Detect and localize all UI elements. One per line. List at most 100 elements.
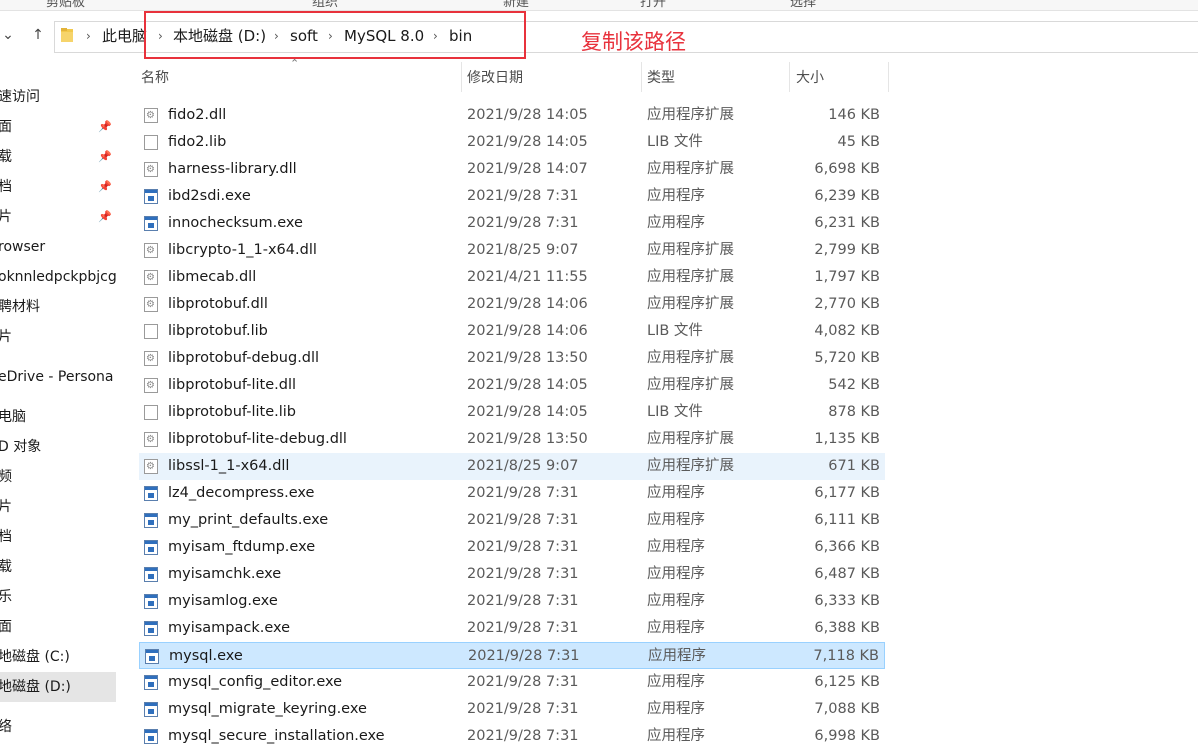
breadcrumb-this-pc[interactable]: 此电脑 — [102, 25, 147, 47]
sidebar-item-label: 片 — [0, 329, 12, 345]
sidebar-item-label: 络 — [0, 719, 12, 735]
file-type: 应用程序 — [647, 539, 705, 555]
sidebar-item-desktop[interactable]: 面 📌 — [0, 112, 116, 142]
file-size: 1,135 KB — [814, 431, 880, 447]
sidebar-item-pictures-3[interactable]: 片 — [0, 492, 116, 522]
sidebar-item-onedrive[interactable]: eDrive - Persona — [0, 362, 116, 392]
column-header-name[interactable]: 名称 — [141, 66, 169, 90]
sidebar-item-network[interactable]: 络 — [0, 712, 116, 742]
file-row[interactable]: libprotobuf.dll 2021/9/28 14:06 应用程序扩展 2,77… — [139, 291, 885, 318]
file-size: 6,177 KB — [814, 485, 880, 501]
file-row[interactable]: libprotobuf-lite-debug.dll 2021/9/28 13:5… — [139, 426, 885, 453]
file-row[interactable]: ibd2sdi.exe 2021/9/28 7:31 应用程序 6,239 KB — [139, 183, 885, 210]
column-divider[interactable] — [641, 62, 642, 92]
column-header-size[interactable]: 大小 — [796, 66, 824, 90]
sidebar-item-browser[interactable]: rowser — [0, 232, 116, 262]
file-size: 878 KB — [828, 404, 880, 420]
file-date: 2021/9/28 7:31 — [467, 215, 579, 231]
ribbon-group-captions: 剪贴板 组织 新建 打开 选择 — [0, 0, 1198, 11]
file-size: 6,333 KB — [814, 593, 880, 609]
sidebar-item-label: 档 — [0, 179, 12, 195]
file-row[interactable]: myisam_ftdump.exe 2021/9/28 7:31 应用程序 6,366… — [139, 534, 885, 561]
application-icon — [144, 729, 158, 744]
breadcrumb-separator-icon: › — [86, 29, 91, 43]
file-row[interactable]: myisampack.exe 2021/9/28 7:31 应用程序 6,388 KB — [139, 615, 885, 642]
sidebar-item-pictures[interactable]: 片 📌 — [0, 202, 116, 232]
file-row[interactable]: libcrypto-1_1-x64.dll 2021/8/25 9:07 应用程序扩… — [139, 237, 885, 264]
file-row[interactable]: lz4_decompress.exe 2021/9/28 7:31 应用程序 6,17… — [139, 480, 885, 507]
application-icon — [144, 675, 158, 690]
column-divider[interactable] — [789, 62, 790, 92]
file-row[interactable]: libmecab.dll 2021/4/21 11:55 应用程序扩展 1,797 K… — [139, 264, 885, 291]
dll-file-icon — [144, 372, 158, 399]
file-row[interactable]: libprotobuf-lite.lib 2021/9/28 14:05 LIB 文… — [139, 399, 885, 426]
sidebar-item-label: 电脑 — [0, 409, 26, 425]
sidebar-item-downloads-2[interactable]: 载 — [0, 552, 116, 582]
generic-file-icon — [144, 405, 158, 420]
sidebar-item-downloads[interactable]: 载 📌 — [0, 142, 116, 172]
file-type: 应用程序 — [647, 728, 705, 744]
sidebar-item-drive-d[interactable]: 地磁盘 (D:) — [0, 672, 116, 702]
arrow-up-icon: ↑ — [32, 27, 44, 43]
file-name: mysql_config_editor.exe — [168, 674, 343, 690]
file-size: 7,088 KB — [814, 701, 880, 717]
file-date: 2021/9/28 7:31 — [467, 485, 579, 501]
file-row[interactable]: myisamchk.exe 2021/9/28 7:31 应用程序 6,487 KB — [139, 561, 885, 588]
file-name: libmecab.dll — [168, 269, 257, 285]
column-header-date[interactable]: 修改日期 — [467, 66, 523, 90]
file-row[interactable]: libssl-1_1-x64.dll 2021/8/25 9:07 应用程序扩展 67… — [139, 453, 885, 480]
file-row[interactable]: fido2.dll 2021/9/28 14:05 应用程序扩展 146 KB — [139, 102, 885, 129]
file-size: 1,797 KB — [814, 269, 880, 285]
file-row[interactable]: libprotobuf-debug.dll 2021/9/28 13:50 应用程序… — [139, 345, 885, 372]
column-divider[interactable] — [888, 62, 889, 92]
file-date: 2021/9/28 7:31 — [467, 539, 579, 555]
sidebar-item-desktop-2[interactable]: 面 — [0, 612, 116, 642]
file-type: 应用程序 — [648, 648, 706, 664]
file-row[interactable]: fido2.lib 2021/9/28 14:05 LIB 文件 45 KB — [139, 129, 885, 156]
recent-locations-button[interactable]: ⌄ — [0, 22, 16, 48]
sidebar-item-label: 面 — [0, 619, 12, 635]
sidebar-item-drive-c[interactable]: 地磁盘 (C:) — [0, 642, 116, 672]
up-button[interactable]: ↑ — [26, 22, 50, 48]
ribbon-caption-organize: 组织 — [312, 0, 339, 10]
file-size: 4,082 KB — [814, 323, 880, 339]
file-name: libprotobuf.lib — [168, 323, 268, 339]
sidebar-item-quick-access[interactable]: 速访问 — [0, 82, 116, 112]
sidebar-item-pictures-2[interactable]: 片 — [0, 322, 116, 352]
sidebar-item-this-pc[interactable]: 电脑 — [0, 402, 116, 432]
sidebar-item-3d-objects[interactable]: D 对象 — [0, 432, 116, 462]
file-row[interactable]: myisamlog.exe 2021/9/28 7:31 应用程序 6,333 KB — [139, 588, 885, 615]
sidebar-item-extension-folder[interactable]: oknnledpckpbjcg — [0, 262, 116, 292]
file-date: 2021/9/28 14:05 — [467, 404, 588, 420]
sidebar-item-label: 片 — [0, 209, 12, 225]
file-size: 6,487 KB — [814, 566, 880, 582]
file-row[interactable]: innochecksum.exe 2021/9/28 7:31 应用程序 6,231 … — [139, 210, 885, 237]
sidebar-item-music[interactable]: 乐 — [0, 582, 116, 612]
file-date: 2021/8/25 9:07 — [467, 242, 579, 258]
file-row[interactable]: mysql.exe 2021/9/28 7:31 应用程序 7,118 KB — [139, 642, 885, 669]
file-size: 6,125 KB — [814, 674, 880, 690]
application-icon — [144, 486, 158, 501]
file-type: 应用程序 — [647, 593, 705, 609]
sidebar-item-videos[interactable]: 频 — [0, 462, 116, 492]
sidebar-item-label: 载 — [0, 149, 12, 165]
file-type: 应用程序 — [647, 485, 705, 501]
file-date: 2021/9/28 7:31 — [467, 701, 579, 717]
file-row[interactable]: libprotobuf.lib 2021/9/28 14:06 LIB 文件 4,08… — [139, 318, 885, 345]
file-size: 6,111 KB — [814, 512, 880, 528]
file-row[interactable]: libprotobuf-lite.dll 2021/9/28 14:05 应用程序扩… — [139, 372, 885, 399]
file-name: libprotobuf-lite.dll — [168, 377, 297, 393]
file-row[interactable]: harness-library.dll 2021/9/28 14:07 应用程序扩展… — [139, 156, 885, 183]
column-divider[interactable] — [461, 62, 462, 92]
file-row[interactable]: mysql_secure_installation.exe 2021/9/28 7… — [139, 723, 885, 750]
file-row[interactable]: mysql_migrate_keyring.exe 2021/9/28 7:31 应… — [139, 696, 885, 723]
application-icon — [145, 649, 159, 664]
column-header-type[interactable]: 类型 — [647, 66, 675, 90]
file-size: 5,720 KB — [814, 350, 880, 366]
file-row[interactable]: mysql_config_editor.exe 2021/9/28 7:31 应用程… — [139, 669, 885, 696]
sidebar-item-documents-2[interactable]: 档 — [0, 522, 116, 552]
sidebar-item-hiring-materials[interactable]: 聘材料 — [0, 292, 116, 322]
sidebar-item-documents[interactable]: 档 📌 — [0, 172, 116, 202]
file-row[interactable]: my_print_defaults.exe 2021/9/28 7:31 应用程序 6… — [139, 507, 885, 534]
generic-file-icon — [144, 324, 158, 339]
